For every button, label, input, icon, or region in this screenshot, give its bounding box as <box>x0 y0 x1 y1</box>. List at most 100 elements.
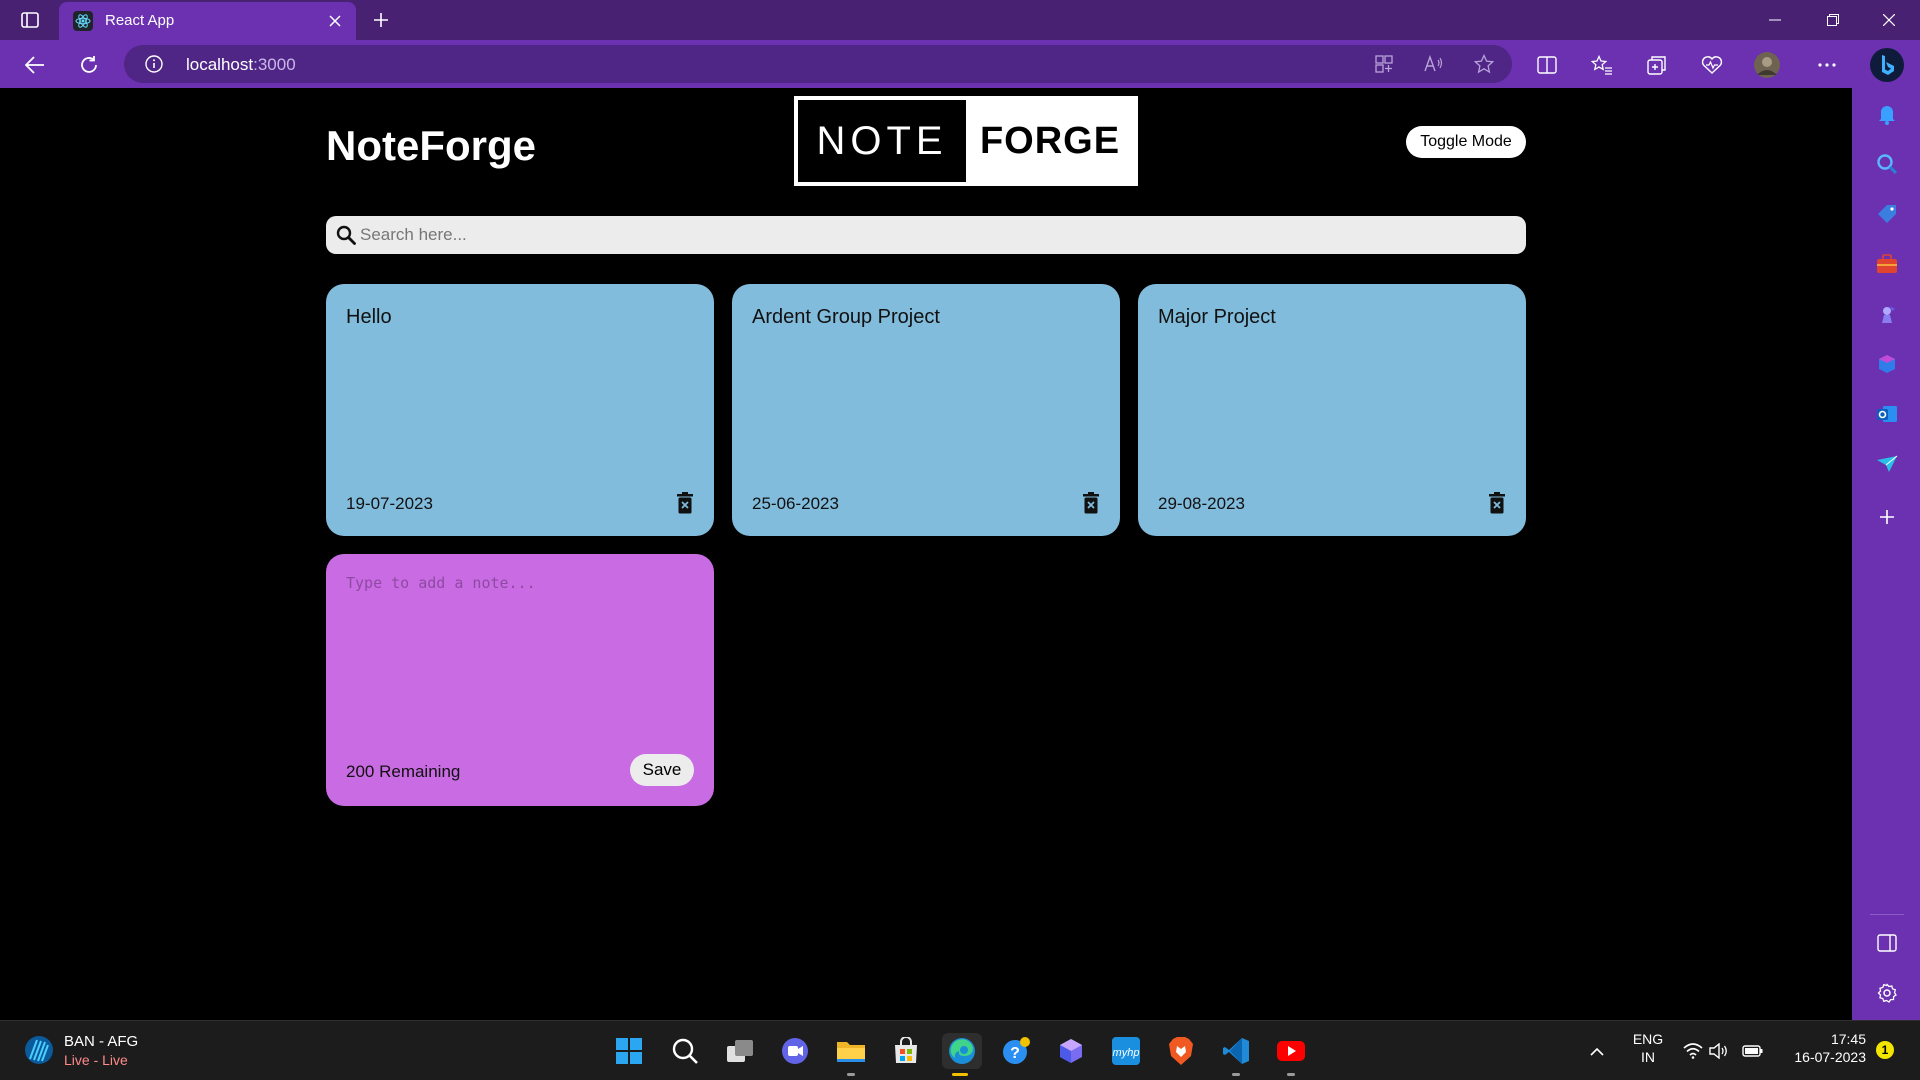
hide-sidebar-icon[interactable] <box>1874 930 1900 956</box>
taskbar-search-icon[interactable] <box>667 1033 703 1069</box>
bell-icon[interactable] <box>1874 101 1900 127</box>
note-date: 19-07-2023 <box>346 494 433 513</box>
language-region: IN <box>1641 1049 1655 1065</box>
note-card[interactable]: Major Project 29-08-2023 <box>1138 284 1526 536</box>
browser-tab-strip: React App <box>0 0 1920 40</box>
characters-remaining: 200 Remaining <box>346 762 461 781</box>
show-hidden-icons-chevron-icon[interactable] <box>1586 1041 1608 1061</box>
system-clock[interactable]: 17:45 16-07-2023 <box>1776 1031 1866 1065</box>
active-indicator <box>952 1073 968 1076</box>
sidebar-divider <box>1870 914 1904 915</box>
new-tab-icon[interactable] <box>368 7 394 33</box>
file-explorer-icon[interactable] <box>833 1033 869 1076</box>
volume-icon[interactable] <box>1708 1041 1730 1061</box>
address-bar[interactable]: localhost:3000 <box>124 45 1512 83</box>
app-container: NoteForge NOTE FORGE Toggle Mode Hello 1… <box>326 88 1526 1020</box>
settings-gear-icon[interactable] <box>1874 980 1900 1006</box>
more-options-icon[interactable] <box>1812 50 1842 80</box>
widget-title: BAN - AFG <box>64 1033 139 1050</box>
browser-tab-active[interactable]: React App <box>59 2 356 40</box>
note-title: Hello <box>346 306 392 328</box>
react-icon <box>73 11 93 31</box>
url-port: :3000 <box>253 55 296 74</box>
bing-copilot-icon[interactable] <box>1868 46 1906 84</box>
read-aloud-icon[interactable] <box>1419 49 1449 79</box>
restore-icon[interactable] <box>1810 6 1856 34</box>
app-available-icon[interactable] <box>1369 49 1399 79</box>
note-card[interactable]: Ardent Group Project 25-06-2023 <box>732 284 1120 536</box>
drop-icon[interactable] <box>1874 451 1900 477</box>
tools-briefcase-icon[interactable] <box>1874 251 1900 277</box>
shopping-tag-icon[interactable] <box>1874 201 1900 227</box>
myhp-icon[interactable]: myhp <box>1108 1033 1144 1069</box>
split-screen-icon[interactable] <box>1532 50 1562 80</box>
app-title: NoteForge <box>326 122 536 169</box>
note-card[interactable]: Hello 19-07-2023 <box>326 284 714 536</box>
minimize-icon[interactable] <box>1752 6 1798 34</box>
clock-date: 16-07-2023 <box>1794 1049 1866 1065</box>
back-icon[interactable] <box>20 50 50 80</box>
close-window-icon[interactable] <box>1866 6 1912 34</box>
delete-trash-icon[interactable] <box>1082 492 1100 514</box>
url-text[interactable]: localhost:3000 <box>186 55 296 75</box>
running-indicator <box>1287 1073 1295 1076</box>
windows-start-icon[interactable] <box>611 1033 647 1069</box>
refresh-icon[interactable] <box>74 50 104 80</box>
svg-text:myhp: myhp <box>1113 1047 1140 1059</box>
tab-title: React App <box>105 12 175 29</box>
collections-icon[interactable] <box>1642 50 1672 80</box>
task-view-icon[interactable] <box>722 1033 758 1069</box>
logo-text-note: NOTE <box>798 100 966 182</box>
microsoft-365-icon[interactable] <box>1874 351 1900 377</box>
profile-avatar[interactable] <box>1752 50 1782 80</box>
delete-trash-icon[interactable] <box>1488 492 1506 514</box>
note-date: 25-06-2023 <box>752 494 839 513</box>
note-title: Major Project <box>1158 306 1276 328</box>
edge-sidebar <box>1852 88 1920 1020</box>
browser-essentials-icon[interactable] <box>1697 50 1727 80</box>
battery-icon[interactable] <box>1742 1041 1764 1061</box>
notification-badge[interactable]: 1 <box>1876 1041 1894 1059</box>
running-indicator <box>847 1073 855 1076</box>
tab-actions-icon[interactable] <box>16 8 44 32</box>
copilot-app-icon[interactable] <box>1053 1033 1089 1069</box>
cricket-score-icon <box>25 1036 53 1064</box>
url-host: localhost <box>186 55 254 74</box>
site-info-icon[interactable] <box>144 54 164 74</box>
favorites-icon[interactable] <box>1587 50 1617 80</box>
search-input[interactable] <box>360 216 1510 254</box>
note-title: Ardent Group Project <box>752 306 940 328</box>
brave-icon[interactable] <box>1163 1033 1199 1069</box>
delete-trash-icon[interactable] <box>676 492 694 514</box>
youtube-icon[interactable] <box>1273 1033 1309 1076</box>
new-note-textarea[interactable] <box>346 574 696 734</box>
page-viewport: NoteForge NOTE FORGE Toggle Mode Hello 1… <box>0 88 1852 1020</box>
svg-text:?: ? <box>1010 1045 1020 1062</box>
language-indicator[interactable]: ENG IN <box>1630 1031 1666 1065</box>
running-indicator <box>1232 1073 1240 1076</box>
logo-text-forge: FORGE <box>979 119 1121 162</box>
close-tab-icon[interactable] <box>324 10 346 32</box>
toggle-mode-button[interactable]: Toggle Mode <box>1406 126 1526 158</box>
microsoft-store-icon[interactable] <box>888 1033 924 1069</box>
add-sidebar-app-icon[interactable] <box>1874 504 1900 530</box>
windows-taskbar: BAN - AFG Live - Live ? myhp ENG IN 17:4… <box>0 1020 1920 1080</box>
search-bar <box>326 216 1526 254</box>
get-help-icon[interactable]: ? <box>998 1033 1034 1069</box>
vscode-icon[interactable] <box>1218 1033 1254 1076</box>
teams-meet-icon[interactable] <box>777 1033 813 1069</box>
wifi-icon[interactable] <box>1682 1041 1704 1061</box>
edge-browser-icon[interactable] <box>942 1033 982 1076</box>
widget-subtitle: Live - Live <box>64 1052 128 1068</box>
save-button[interactable]: Save <box>630 754 694 786</box>
outlook-icon[interactable] <box>1874 401 1900 427</box>
games-icon[interactable] <box>1874 301 1900 327</box>
language-code: ENG <box>1632 1031 1664 1047</box>
search-icon[interactable] <box>1874 151 1900 177</box>
favorite-star-icon[interactable] <box>1469 49 1499 79</box>
clock-time: 17:45 <box>1830 1031 1866 1047</box>
search-icon <box>336 225 356 245</box>
noteforge-logo: NOTE FORGE <box>794 96 1138 186</box>
note-date: 29-08-2023 <box>1158 494 1245 513</box>
new-note-card: 200 Remaining Save <box>326 554 714 806</box>
